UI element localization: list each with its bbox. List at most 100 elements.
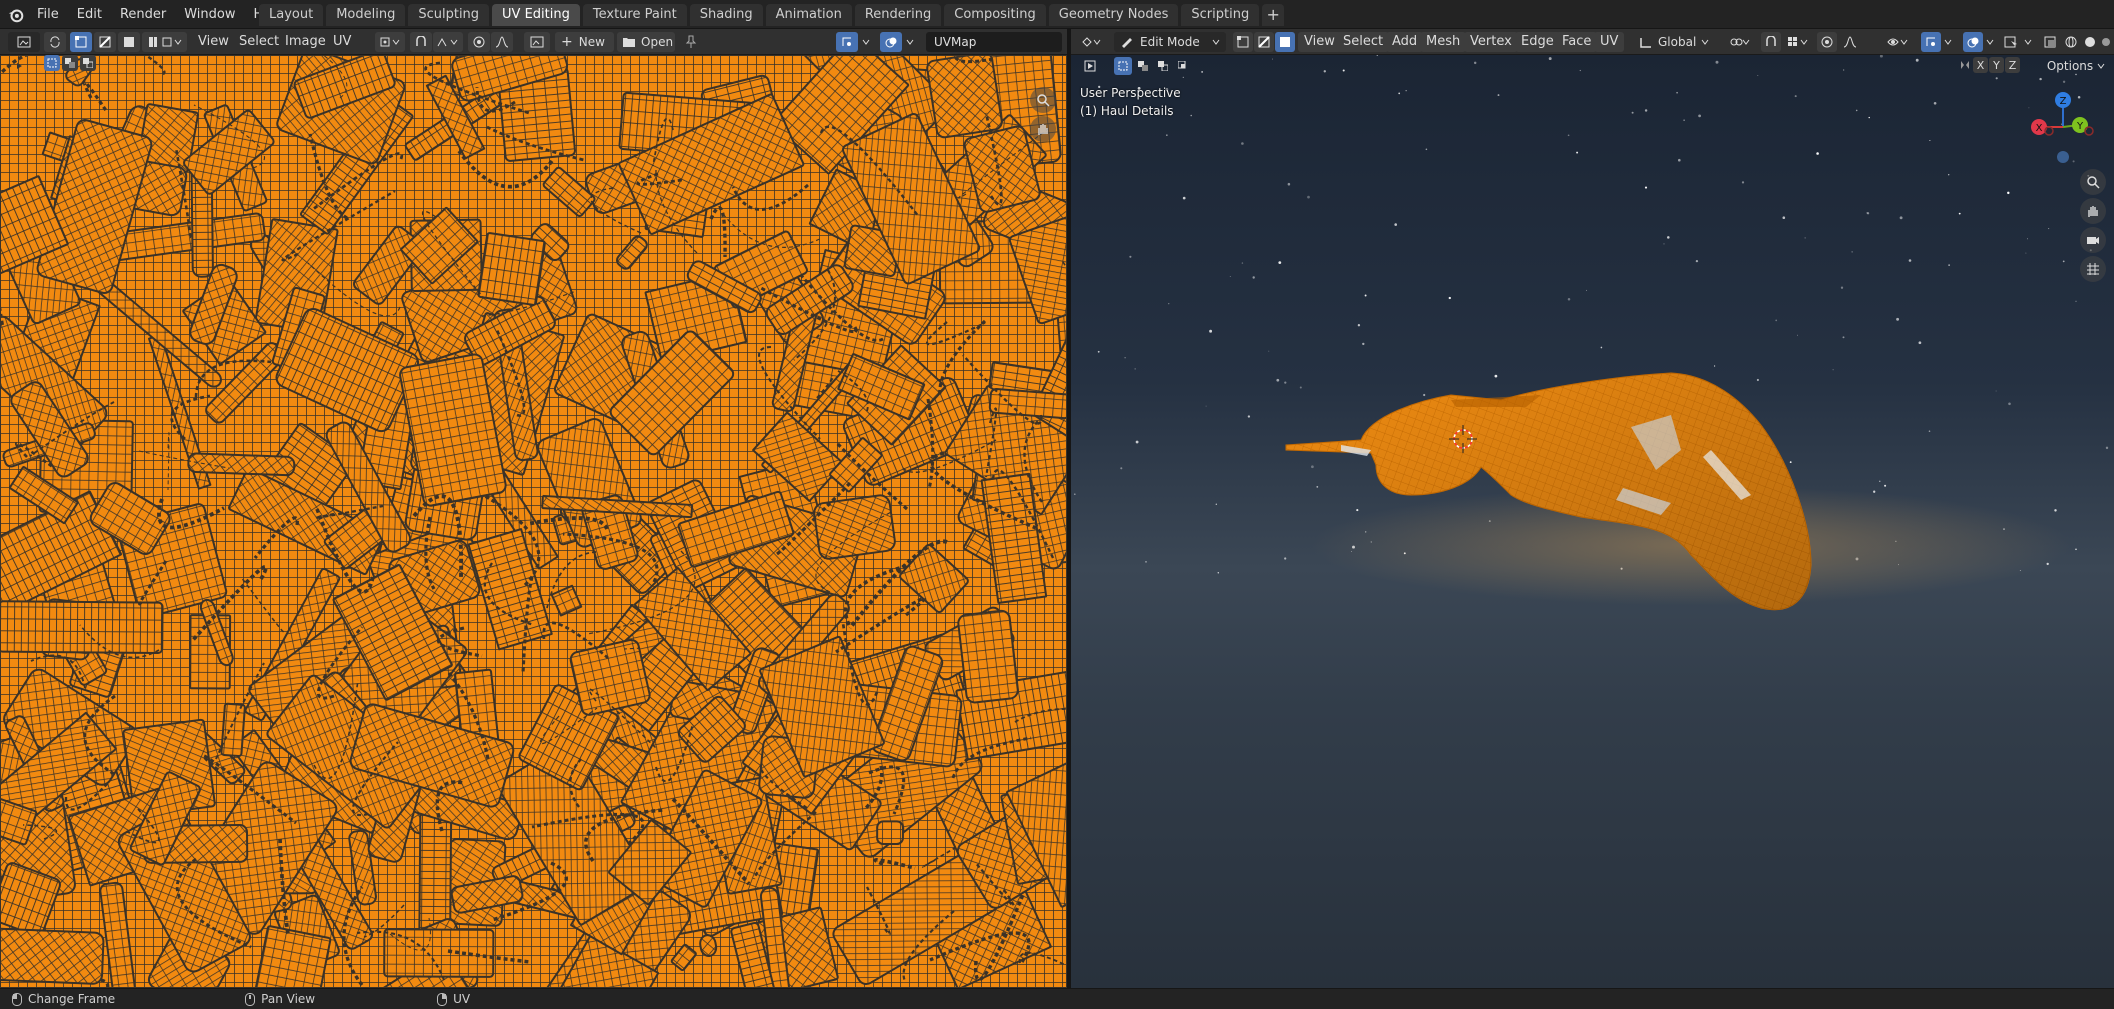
pin-button[interactable] bbox=[680, 32, 702, 52]
vp-menu-face[interactable]: Face bbox=[1556, 32, 1598, 52]
proportional-edit-toggle[interactable] bbox=[468, 32, 490, 52]
uv-overlay-dropdown[interactable] bbox=[903, 32, 917, 52]
blender-logo-icon[interactable] bbox=[7, 6, 25, 24]
open-image-button[interactable]: Open bbox=[617, 32, 675, 52]
vp-pan-button[interactable] bbox=[2080, 198, 2106, 224]
select-intersect-tool[interactable] bbox=[1174, 57, 1192, 75]
gizmo-neg-x[interactable] bbox=[2084, 126, 2094, 136]
select-box-tool[interactable] bbox=[1114, 57, 1132, 75]
sync-selection-toggle[interactable] bbox=[44, 32, 66, 52]
vp-menu-mesh[interactable]: Mesh bbox=[1420, 32, 1467, 52]
select-extend-tool[interactable] bbox=[1134, 57, 1152, 75]
vp-ortho-button[interactable] bbox=[2080, 256, 2106, 282]
orientation-dropdown[interactable]: Global bbox=[1639, 32, 1715, 52]
menu-file[interactable]: File bbox=[28, 4, 68, 26]
uv-select-box-tool[interactable] bbox=[44, 55, 60, 71]
tab-shading[interactable]: Shading bbox=[689, 4, 763, 26]
add-workspace-button[interactable]: + bbox=[1262, 4, 1285, 26]
3d-viewport[interactable]: Z Y X User Perspective (1) Haul Details … bbox=[1071, 55, 2114, 988]
tab-rendering[interactable]: Rendering bbox=[854, 4, 942, 26]
image-editor-icon bbox=[17, 36, 31, 48]
shading-solid[interactable] bbox=[2081, 32, 2099, 52]
tab-modeling[interactable]: Modeling bbox=[326, 4, 406, 26]
mesh-edit-overlay-toggle[interactable] bbox=[2001, 32, 2021, 52]
falloff-dropdown[interactable] bbox=[491, 32, 513, 52]
pivot-dropdown[interactable] bbox=[375, 32, 405, 52]
shading-material[interactable] bbox=[2100, 32, 2112, 52]
select-subtract-tool[interactable] bbox=[1154, 57, 1172, 75]
vp-menu-edge[interactable]: Edge bbox=[1515, 32, 1560, 52]
edge-select-mode[interactable] bbox=[94, 32, 116, 52]
visibility-dropdown[interactable] bbox=[1883, 32, 1913, 52]
uv-pan-button[interactable] bbox=[1030, 116, 1056, 142]
pivot-icon bbox=[1730, 38, 1750, 46]
tab-animation[interactable]: Animation bbox=[765, 4, 852, 26]
overlay-toggle[interactable] bbox=[1963, 32, 1983, 52]
options-dropdown[interactable]: Options bbox=[2045, 57, 2107, 75]
vp-menu-add[interactable]: Add bbox=[1386, 32, 1424, 52]
gizmo-toggle[interactable] bbox=[1921, 32, 1941, 52]
snap-toggle[interactable] bbox=[410, 32, 432, 52]
sticky-selection-dropdown[interactable] bbox=[157, 32, 187, 52]
vp-menu-vertex[interactable]: Vertex bbox=[1464, 32, 1518, 52]
tab-geometry-nodes[interactable]: Geometry Nodes bbox=[1048, 4, 1179, 26]
mode-dropdown[interactable]: Edit Mode bbox=[1114, 32, 1226, 52]
snap-target-dropdown[interactable] bbox=[433, 32, 463, 52]
overlay-dropdown[interactable] bbox=[1984, 32, 1996, 52]
vp-menu-uv[interactable]: UV bbox=[1594, 32, 1625, 52]
tab-texture-paint[interactable]: Texture Paint bbox=[582, 4, 687, 26]
proportional-edit-toggle[interactable] bbox=[1817, 32, 1837, 52]
toolbar-collapse-icon[interactable] bbox=[16, 59, 24, 69]
editor-type-button[interactable] bbox=[1076, 32, 1106, 52]
gizmo-neg-y[interactable] bbox=[2044, 126, 2054, 136]
uv-select-extend-tool[interactable] bbox=[62, 55, 78, 71]
uv-menu-image[interactable]: Image bbox=[280, 32, 331, 52]
uv-menu-view[interactable]: View bbox=[193, 32, 234, 52]
vp-zoom-button[interactable] bbox=[2080, 169, 2106, 195]
axis-y-button[interactable]: Y bbox=[1989, 57, 2004, 73]
tab-scripting[interactable]: Scripting bbox=[1181, 4, 1260, 26]
vp-camera-button[interactable] bbox=[2080, 227, 2106, 253]
snap-toggle[interactable] bbox=[1761, 32, 1781, 52]
vertex-select-mode[interactable] bbox=[70, 32, 92, 52]
gizmo-dropdown[interactable] bbox=[1942, 32, 1954, 52]
tab-layout[interactable]: Layout bbox=[259, 4, 324, 26]
xray-toggle[interactable] bbox=[2041, 32, 2059, 52]
select-intersect-icon bbox=[1178, 61, 1186, 69]
face-select-mode[interactable] bbox=[118, 32, 140, 52]
toolbar-toggle[interactable] bbox=[1081, 57, 1099, 75]
menu-window[interactable]: Window bbox=[175, 4, 244, 26]
gizmo-neg-z[interactable] bbox=[2057, 151, 2069, 163]
uv-overlay-toggle[interactable] bbox=[880, 32, 902, 52]
editor-type-button[interactable] bbox=[8, 32, 40, 52]
tab-compositing[interactable]: Compositing bbox=[944, 4, 1046, 26]
shading-wireframe[interactable] bbox=[2062, 32, 2080, 52]
mirror-toggle[interactable] bbox=[1958, 57, 1972, 73]
uv-select-subtract-tool[interactable] bbox=[80, 55, 96, 71]
vertex-select-mode[interactable] bbox=[1233, 32, 1253, 52]
navigation-axis-gizmo[interactable]: Z Y X bbox=[2031, 92, 2094, 163]
face-select-mode[interactable] bbox=[1275, 32, 1295, 52]
edge-select-mode[interactable] bbox=[1254, 32, 1274, 52]
tab-uv-editing[interactable]: UV Editing bbox=[492, 4, 580, 26]
axis-z-button[interactable]: Z bbox=[2005, 57, 2020, 73]
vp-menu-view[interactable]: View bbox=[1298, 32, 1341, 52]
uv-gizmo-toggle[interactable] bbox=[836, 32, 858, 52]
tab-sculpting[interactable]: Sculpting bbox=[408, 4, 490, 26]
menu-render[interactable]: Render bbox=[111, 4, 175, 26]
mesh-overlay-dropdown[interactable] bbox=[2022, 32, 2034, 52]
pivot-point-dropdown[interactable] bbox=[1725, 32, 1755, 52]
uvmap-field[interactable]: UVMap bbox=[926, 32, 1062, 52]
new-image-button[interactable]: + New bbox=[555, 32, 614, 52]
falloff-dropdown[interactable] bbox=[1839, 32, 1861, 52]
uv-zoom-button[interactable] bbox=[1030, 87, 1056, 113]
menu-edit[interactable]: Edit bbox=[68, 4, 111, 26]
vp-menu-select[interactable]: Select bbox=[1337, 32, 1390, 52]
uv-gizmo-dropdown[interactable] bbox=[859, 32, 873, 52]
uv-menu-uv[interactable]: UV bbox=[328, 32, 356, 52]
axis-x-button[interactable]: X bbox=[1973, 57, 1988, 73]
snap-target-dropdown[interactable] bbox=[1783, 32, 1813, 52]
image-browse-button[interactable] bbox=[524, 32, 550, 52]
uv-menu-select[interactable]: Select bbox=[234, 32, 284, 52]
uv-canvas[interactable] bbox=[0, 55, 1067, 988]
